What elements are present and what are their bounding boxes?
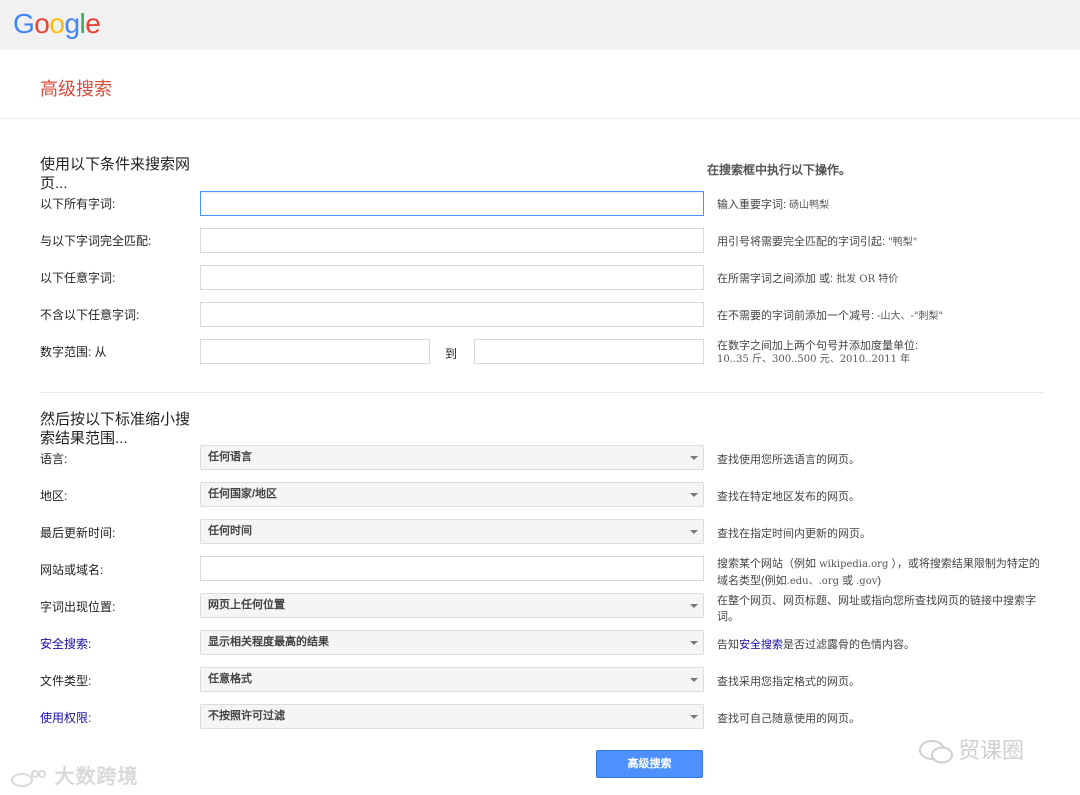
hint-text: ) <box>877 575 882 587</box>
dropdown-arrow-icon <box>690 678 698 682</box>
file-type-label: 文件类型: <box>40 674 92 688</box>
hint-text: 是否过滤露骨的色情内容。 <box>783 639 915 651</box>
any-words-label: 以下任意字词: <box>40 271 116 285</box>
watermark-right: 贸课圈 <box>918 733 1024 765</box>
hint-text: ），或将搜索结果限制为特定的 <box>891 558 1040 570</box>
range-hint: 在数字之间加上两个句号并添加度量单位: 10..35 斤、300..500 元、… <box>717 339 1047 367</box>
word-position-select[interactable]: 网页上任何位置 <box>200 593 704 618</box>
logo-letter: G <box>13 8 35 39</box>
weibo-icon <box>11 769 46 787</box>
none-words-label: 不含以下任意字词: <box>40 308 140 322</box>
select-value: 不按照许可过滤 <box>208 710 285 722</box>
section-divider <box>40 392 1044 393</box>
hint-code: wikipedia.org <box>819 559 889 570</box>
hint-text: 在数字之间加上两个句号并添加度量单位: <box>717 340 919 352</box>
file-type-select[interactable]: 任意格式 <box>200 667 704 692</box>
hint-code: .edu、.org <box>786 576 839 587</box>
exact-phrase-input[interactable] <box>200 228 704 253</box>
hint-text: 在所需字词之间添加 或: <box>717 273 834 285</box>
section-title-conditions: 使用以下条件来搜索网页... <box>40 156 191 192</box>
dropdown-arrow-icon <box>690 715 698 719</box>
watermark-text: 大数跨境 <box>54 766 139 788</box>
usage-rights-hint: 查找可自己随意使用的网页。 <box>717 713 860 725</box>
dropdown-arrow-icon <box>690 530 698 534</box>
select-value: 任意格式 <box>208 673 252 685</box>
logo-letter: o <box>34 8 50 39</box>
any-words-input[interactable] <box>200 265 704 290</box>
range-to-label: 到 <box>445 347 458 361</box>
select-value: 任何国家/地区 <box>208 488 278 500</box>
language-select[interactable]: 任何语言 <box>200 445 704 470</box>
language-hint: 查找使用您所选语言的网页。 <box>717 454 860 466</box>
select-value: 任何语言 <box>208 451 252 463</box>
range-to-input[interactable] <box>474 339 704 364</box>
all-words-hint: 输入重要字词: 砀山鸭梨 <box>717 197 1047 214</box>
hint-text: 或 <box>842 575 854 587</box>
logo-letter: o <box>49 8 65 39</box>
select-value: 网页上任何位置 <box>208 599 285 611</box>
hint-text: 输入重要字词: <box>717 199 787 211</box>
range-from-input[interactable] <box>200 339 430 364</box>
word-position-label: 字词出现位置: <box>40 600 116 614</box>
hint-example: "鸭梨" <box>888 237 918 248</box>
exact-phrase-label: 与以下字词完全匹配: <box>40 234 152 248</box>
last-update-select[interactable]: 任何时间 <box>200 519 704 544</box>
advanced-search-button[interactable]: 高级搜索 <box>596 750 703 778</box>
usage-rights-select[interactable]: 不按照许可过滤 <box>200 704 704 729</box>
safesearch-select[interactable]: 显示相关程度最高的结果 <box>200 630 704 655</box>
hint-text: 用引号将需要完全匹配的字词引起: <box>717 236 886 248</box>
safesearch-link[interactable]: 安全搜索: <box>40 637 91 651</box>
watermark-left: 大数跨境 <box>8 760 139 789</box>
none-words-hint: 在不需要的字词前添加一个减号: -山大、-"刺梨" <box>717 308 1047 325</box>
hint-text: 域名类型(例如 <box>717 575 787 587</box>
none-words-input[interactable] <box>200 302 704 327</box>
file-type-hint: 查找采用您指定格式的网页。 <box>717 676 860 688</box>
exact-phrase-hint: 用引号将需要完全匹配的字词引起: "鸭梨" <box>717 234 1047 251</box>
language-label: 语言: <box>40 452 68 466</box>
hint-example: 砀山鸭梨 <box>789 200 830 211</box>
logo-letter: e <box>85 8 101 39</box>
site-domain-label: 网站或域名: <box>40 563 104 577</box>
region-hint: 查找在特定地区发布的网页。 <box>717 491 860 503</box>
site-domain-hint: 搜索某个网站（例如 wikipedia.org ），或将搜索结果限制为特定的 域… <box>717 556 1047 590</box>
top-bar: Google <box>0 0 1080 50</box>
logo-letter: g <box>64 8 80 39</box>
region-label: 地区: <box>40 489 68 503</box>
dropdown-arrow-icon <box>690 456 698 460</box>
hint-code: .gov <box>856 576 878 587</box>
safesearch-hint-link[interactable]: 安全搜索 <box>739 639 783 651</box>
site-domain-input[interactable] <box>200 556 704 581</box>
last-update-hint: 查找在指定时间内更新的网页。 <box>717 528 871 540</box>
last-update-label: 最后更新时间: <box>40 526 116 540</box>
hint-text: 告知 <box>717 639 739 651</box>
page-title: 高级搜索 <box>40 79 112 99</box>
hint-example: 10..35 斤、300..500 元、2010..2011 年 <box>717 354 911 365</box>
all-words-label: 以下所有字词: <box>40 197 116 211</box>
title-bar: 高级搜索 <box>0 50 1080 119</box>
hint-text: 搜索某个网站（例如 <box>717 558 816 570</box>
select-value: 任何时间 <box>208 525 252 537</box>
google-logo[interactable]: Google <box>13 8 101 40</box>
region-select[interactable]: 任何国家/地区 <box>200 482 704 507</box>
usage-rights-link[interactable]: 使用权限: <box>40 711 91 725</box>
hint-text: 在不需要的字词前添加一个减号: <box>717 310 875 322</box>
hint-example: 批发 OR 特价 <box>836 274 899 285</box>
section-title-narrow: 然后按以下标准缩小搜索结果范围... <box>40 411 191 447</box>
range-label: 数字范围: 从 <box>40 345 107 359</box>
dropdown-arrow-icon <box>690 604 698 608</box>
dropdown-arrow-icon <box>690 641 698 645</box>
hint-heading: 在搜索框中执行以下操作。 <box>707 163 852 177</box>
wechat-icon <box>919 740 953 764</box>
word-position-hint: 在整个网页、网页标题、网址或指向您所查找网页的链接中搜索字词。 <box>717 595 1036 623</box>
hint-example: -山大、-"刺梨" <box>877 311 944 322</box>
any-words-hint: 在所需字词之间添加 或: 批发 OR 特价 <box>717 271 1047 288</box>
select-value: 显示相关程度最高的结果 <box>208 636 329 648</box>
dropdown-arrow-icon <box>690 493 698 497</box>
watermark-text: 贸课圈 <box>958 738 1025 763</box>
all-words-input[interactable] <box>200 191 704 216</box>
safesearch-hint: 告知安全搜索是否过滤露骨的色情内容。 <box>717 637 1047 653</box>
